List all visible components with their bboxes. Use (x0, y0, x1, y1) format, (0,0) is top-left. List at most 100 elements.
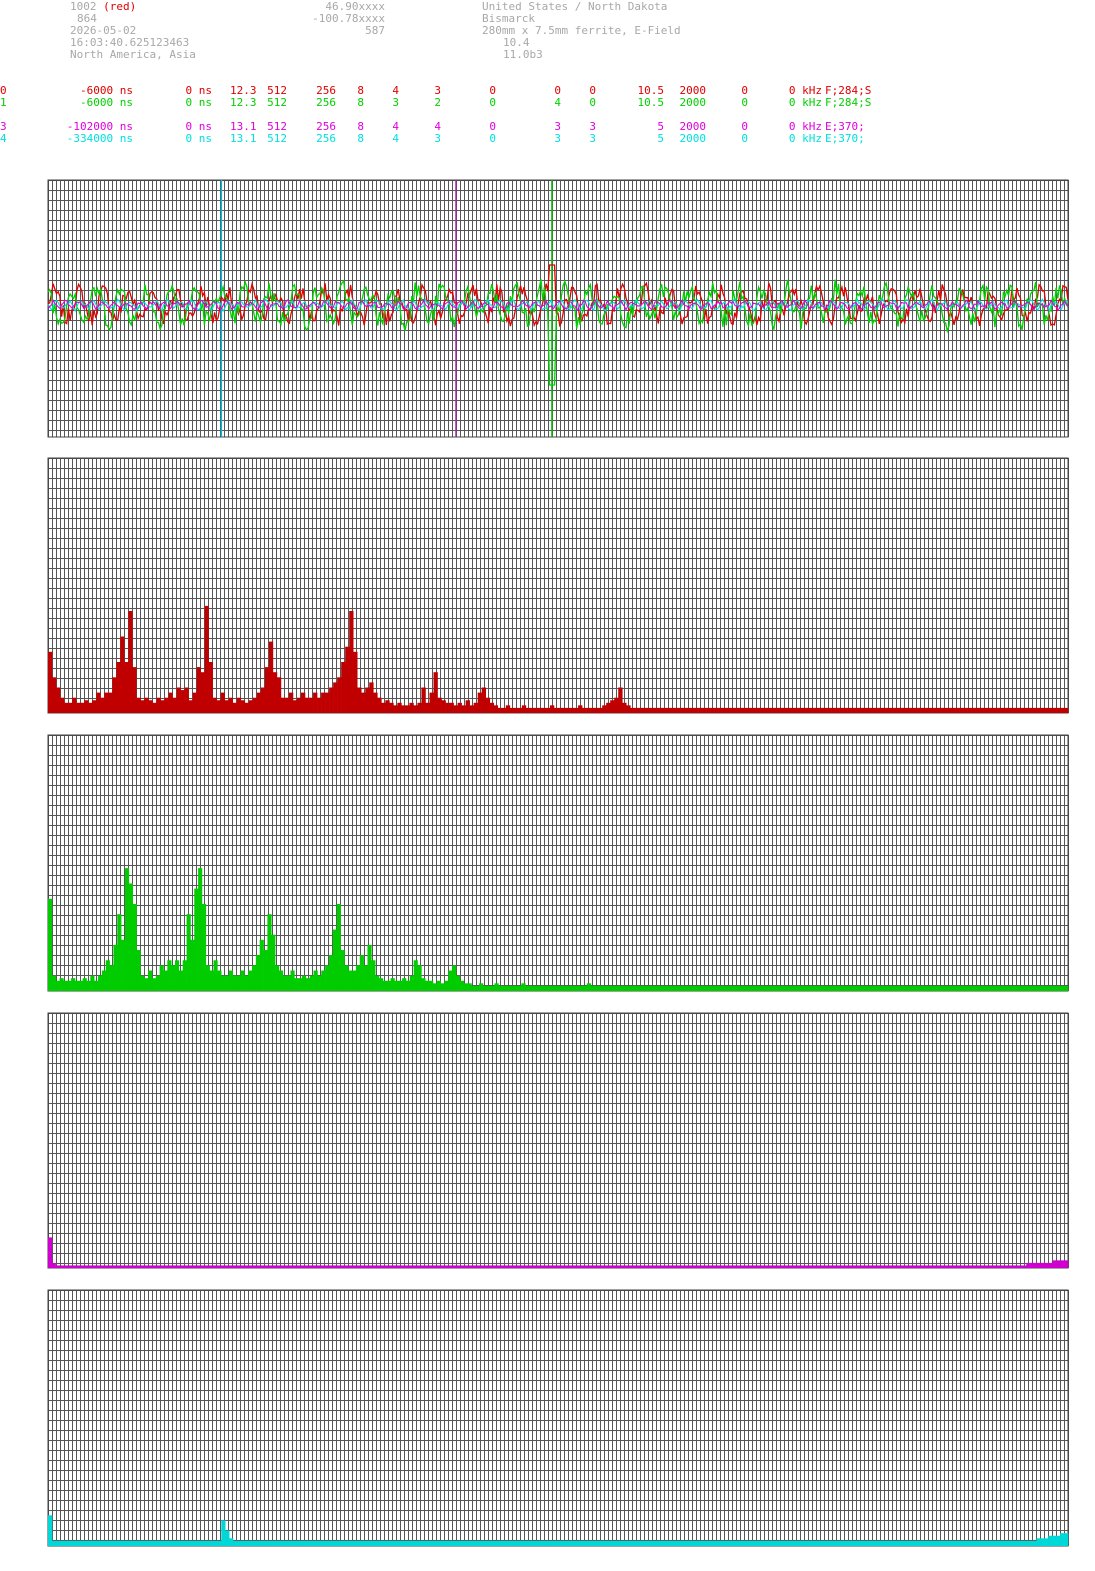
chart-1-bar-160 (690, 707, 695, 713)
chart-3-bar-178 (722, 1265, 728, 1268)
chart-1-bar-79 (365, 687, 370, 713)
chart-4-bar-98 (433, 1540, 439, 1546)
chart-2-bar-36 (186, 914, 191, 991)
chart-3-bar-91 (393, 1265, 398, 1268)
chart-4-bar-55 (264, 1540, 269, 1546)
chart-4-bar-75 (343, 1540, 348, 1546)
chart-3-bar-93 (400, 1265, 405, 1268)
chart-3-bar-166 (677, 1265, 682, 1268)
chart-1-bar-127 (558, 707, 563, 713)
chart-2-bar-221 (898, 985, 903, 991)
chart-2-bar-238 (964, 985, 969, 991)
chart-4-bar-28 (158, 1540, 163, 1546)
chart-4-bar-146 (622, 1540, 628, 1546)
chart-3-bar-231 (923, 1265, 928, 1268)
chart-3-bar-77 (339, 1265, 345, 1268)
chart-3-bar-89 (385, 1265, 390, 1268)
chart-2-bar-243 (983, 985, 988, 991)
chart-1-bar-97 (437, 697, 442, 713)
chart-4-bar-41 (209, 1540, 214, 1546)
chart-4-bar-236 (977, 1540, 982, 1546)
chart-3-bar-222 (889, 1265, 894, 1268)
chart-4-bar-42 (213, 1540, 218, 1546)
chart-1-bar-178 (762, 707, 768, 713)
chart-4-bar-81 (367, 1540, 372, 1546)
chart-4-bar-6 (71, 1540, 76, 1546)
chart-2-bar-19 (121, 939, 126, 991)
chart-1-bar-45 (228, 697, 234, 713)
chart-4-bar-234 (969, 1540, 974, 1546)
chart-2-bar-236 (956, 985, 961, 991)
chart-2-bar-105 (452, 965, 457, 991)
chart-4-bar-191 (800, 1540, 805, 1546)
chart-3-bar-156 (639, 1265, 644, 1268)
chart-2-bar-77 (344, 965, 349, 991)
chart-3-bar-198 (798, 1265, 803, 1268)
chart-2-bar-175 (721, 985, 726, 991)
chart-1-bar-175 (750, 707, 756, 713)
chart-1-bar-66 (313, 692, 318, 713)
chart-1-bar-115 (509, 707, 515, 713)
chart-4-bar-58 (276, 1540, 281, 1546)
chart-4-bar-126 (544, 1540, 549, 1546)
chart-4-bar-87 (390, 1540, 395, 1546)
chart-1-bar-30 (168, 692, 173, 713)
chart-3-bar-208 (836, 1265, 841, 1268)
chart-4-bar-147 (626, 1540, 632, 1546)
chart-2-bar-121 (513, 985, 518, 991)
chart-2-bar-127 (536, 985, 541, 991)
chart-2-bar-114 (486, 985, 491, 991)
chart-4-bar-44 (221, 1520, 226, 1546)
chart-4-bar-172 (725, 1540, 730, 1546)
chart-3-bar-122 (510, 1265, 515, 1268)
chart-4-bar-202 (843, 1540, 848, 1546)
chart-1-bar-252 (1059, 707, 1065, 713)
chart-2-bar-197 (806, 985, 811, 991)
chart-4-bar-148 (630, 1540, 636, 1546)
chart-3-bar-94 (404, 1265, 409, 1268)
chart-4-bar-188 (788, 1540, 793, 1546)
chart-2-bar-150 (625, 985, 630, 991)
chart-3-bar-152 (624, 1265, 629, 1268)
chart-4-bar-139 (595, 1540, 600, 1546)
chart-2-bar-76 (340, 950, 345, 991)
chart-4-bar-159 (674, 1540, 679, 1546)
chart-4-bar-107 (469, 1540, 474, 1546)
chart-1-bar-139 (606, 702, 611, 713)
chart-2-bar-255 (1029, 985, 1034, 991)
chart-3-bar-243 (969, 1265, 974, 1268)
chart-3-bar-53 (248, 1265, 254, 1268)
chart-4-bar-96 (426, 1540, 431, 1546)
chart-4-bar-242 (1001, 1540, 1006, 1546)
chart-2-bar-101 (436, 980, 441, 991)
chart-2-bar-160 (663, 985, 668, 991)
chart-1-bar-105 (469, 705, 474, 713)
chart-2-bar-216 (879, 985, 884, 991)
chart-3-bar-214 (859, 1265, 864, 1268)
chart-4-bar-142 (607, 1540, 612, 1546)
chart-4-bar-99 (437, 1540, 443, 1546)
chart-2-bar-0 (48, 898, 53, 991)
chart-2-bar-21 (128, 883, 133, 991)
chart-3-bar-219 (878, 1265, 883, 1268)
chart-3-bar-59 (271, 1265, 276, 1268)
chart-1-bar-229 (967, 707, 972, 713)
chart-1-bar-128 (562, 707, 567, 713)
chart-4-bar-24 (142, 1540, 147, 1546)
chart-4-bar-203 (847, 1540, 852, 1546)
chart-1-bar-109 (485, 697, 491, 713)
chart-4-bar-232 (961, 1540, 966, 1546)
chart-1-bar-71 (333, 682, 338, 713)
chart-4-bar-217 (902, 1540, 907, 1546)
chart-2-bar-40 (201, 903, 207, 991)
chart-1-bar-216 (915, 707, 920, 713)
chart-1-bar-198 (843, 707, 848, 713)
chart-2-bar-244 (987, 985, 992, 991)
chart-3-bar-201 (810, 1265, 815, 1268)
chart-1-bar-188 (802, 707, 808, 713)
chart-4-bar-216 (898, 1540, 903, 1546)
chart-4-bar-56 (268, 1540, 273, 1546)
chart-2-bar-61 (282, 975, 287, 991)
chart-3-bar-38 (192, 1265, 197, 1268)
chart-4-bar-156 (662, 1540, 667, 1546)
